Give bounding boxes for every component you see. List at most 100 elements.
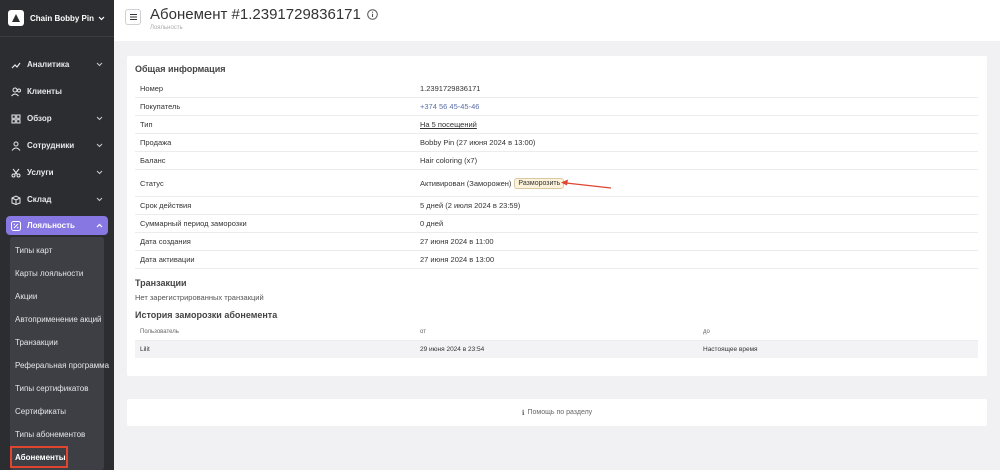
unfreeze-button[interactable]: Разморозить [514,177,565,189]
loyalty-submenu: Типы карт Карты лояльности Акции Автопри… [10,237,109,470]
percent-icon [10,220,22,232]
sidebar-item-clients[interactable]: Клиенты [0,78,114,105]
transactions-empty-text: Нет зарегистрированных транзакций [135,293,264,302]
submenu-item-subscriptions[interactable]: Абонементы [10,446,68,468]
users-icon [10,86,22,98]
cell-to: Настоящее время [703,346,758,353]
brand-switcher[interactable]: Chain Bobby Pin [0,0,114,36]
menu-toggle-button[interactable] [125,9,141,25]
sidebar-item-label: Лояльность [27,221,75,230]
table-row: Дата активации 27 июня 2024 в 13:00 [135,251,978,269]
annotation-arrow-icon [561,179,612,189]
row-value: 27 июня 2024 в 13:00 [420,255,495,264]
row-key: Срок действия [140,201,192,210]
status-text: Активирован (Заморожен) [420,178,512,188]
sidebar-item-label: Клиенты [27,87,62,96]
box-icon [10,194,22,206]
submenu-item-card-types[interactable]: Типы карт [10,239,104,262]
sidebar-item-overview[interactable]: Обзор [0,105,114,132]
submenu-item-auto-promotions[interactable]: Автоприменение акций [10,308,104,331]
table-row: Продажа Bobby Pin (27 июня 2024 в 13:00) [135,134,978,152]
page-title-text: Абонемент #1.2391729836171 [150,6,361,23]
row-value: 0 дней [420,219,444,228]
chevron-down-icon [94,195,104,205]
row-key: Тип [140,120,153,129]
sidebar-item-employees[interactable]: Сотрудники [0,132,114,159]
row-key: Покупатель [140,102,181,111]
sidebar-item-label: Аналитика [27,60,70,69]
user-icon [10,140,22,152]
row-key: Статус [140,178,164,188]
submenu-item-loyalty-cards[interactable]: Карты лояльности [10,262,104,285]
table-row-status: Статус Активирован (Заморожен) Разморози… [135,170,978,197]
row-key: Суммарный период заморозки [140,219,247,228]
table-row: Дата создания 27 июня 2024 в 11:00 [135,233,978,251]
freeze-history-header: Пользователь от до [135,324,978,341]
sidebar-item-analytics[interactable]: Аналитика [0,51,114,78]
subscription-type-link[interactable]: На 5 посещений [420,120,978,129]
general-info-table: Номер 1.2391729836171 Покупатель +374 56… [135,80,978,269]
sidebar-item-label: Сотрудники [27,141,75,150]
sidebar: Chain Bobby Pin Аналитика Клиенты Обзор … [0,0,114,470]
row-value: 5 дней (2 июля 2024 в 23:59) [420,201,521,210]
column-header-to: до [703,329,710,335]
row-key: Номер [140,84,164,93]
info-icon[interactable] [367,9,378,20]
table-row: Баланс Hair coloring (x7) [135,152,978,170]
sidebar-item-services[interactable]: Услуги [0,159,114,186]
table-row: Номер 1.2391729836171 [135,80,978,98]
transactions-heading: Транзакции [135,278,187,288]
sidebar-group-loyalty: Лояльность Типы карт Карты лояльности Ак… [0,216,114,470]
row-value: Активирован (Заморожен) Разморозить [420,177,978,189]
chevron-up-icon [94,221,104,231]
chevron-down-icon [96,13,106,23]
row-key: Продажа [140,138,172,147]
analytics-icon [10,59,22,71]
page-title: Абонемент #1.2391729836171 [150,6,378,23]
submenu-item-transactions[interactable]: Транзакции [10,331,104,354]
table-row: Срок действия 5 дней (2 июля 2024 в 23:5… [135,197,978,215]
chevron-down-icon [94,60,104,70]
scissors-icon [10,167,22,179]
cell-user: Lilit [140,346,150,353]
submenu-item-referral[interactable]: Реферальная программа [10,354,109,377]
row-value: Bobby Pin (27 июня 2024 в 13:00) [420,138,536,147]
row-value: 27 июня 2024 в 11:00 [420,237,494,246]
row-key: Дата создания [140,237,191,246]
table-row: Lilit 29 июня 2024 в 23:54 Настоящее вре… [135,341,978,358]
customer-phone-link[interactable]: +374 56 45-45-46 [420,102,978,111]
column-header-from: от [420,329,426,335]
page-header: Абонемент #1.2391729836171 Лояльность [114,0,1000,41]
submenu-item-certificate-types[interactable]: Типы сертификатов [10,377,104,400]
row-value: 1.2391729836171 [420,84,481,93]
brand-name: Chain Bobby Pin [30,13,94,23]
chevron-down-icon [94,141,104,151]
row-key: Баланс [140,156,166,165]
divider [0,36,114,37]
general-info-heading: Общая информация [135,64,226,74]
help-label: Помощь по разделу [527,409,593,416]
chevron-down-icon [94,168,104,178]
freeze-history-heading: История заморозки абонемента [135,310,278,320]
row-key: Дата активации [140,255,195,264]
breadcrumb[interactable]: Лояльность [150,25,183,31]
sidebar-item-warehouse[interactable]: Склад [0,186,114,213]
sidebar-item-label: Склад [27,195,52,204]
info-icon: ℹ [521,409,525,417]
sidebar-item-label: Услуги [27,168,54,177]
cell-from: 29 июня 2024 в 23:54 [420,346,485,353]
table-row: Покупатель +374 56 45-45-46 [135,98,978,116]
submenu-item-certificates[interactable]: Сертификаты [10,400,104,423]
table-row: Тип На 5 посещений [135,116,978,134]
row-value: Hair coloring (x7) [420,156,478,165]
table-row: Суммарный период заморозки 0 дней [135,215,978,233]
column-header-user: Пользователь [140,329,179,335]
sidebar-item-label: Обзор [27,114,52,123]
grid-icon [10,113,22,125]
submenu-item-promotions[interactable]: Акции [10,285,104,308]
submenu-item-subscription-types[interactable]: Типы абонементов [10,423,104,446]
help-link[interactable]: ℹ Помощь по разделу [127,399,987,426]
sidebar-item-loyalty[interactable]: Лояльность [6,216,108,235]
brand-logo [8,10,24,26]
chevron-down-icon [94,114,104,124]
